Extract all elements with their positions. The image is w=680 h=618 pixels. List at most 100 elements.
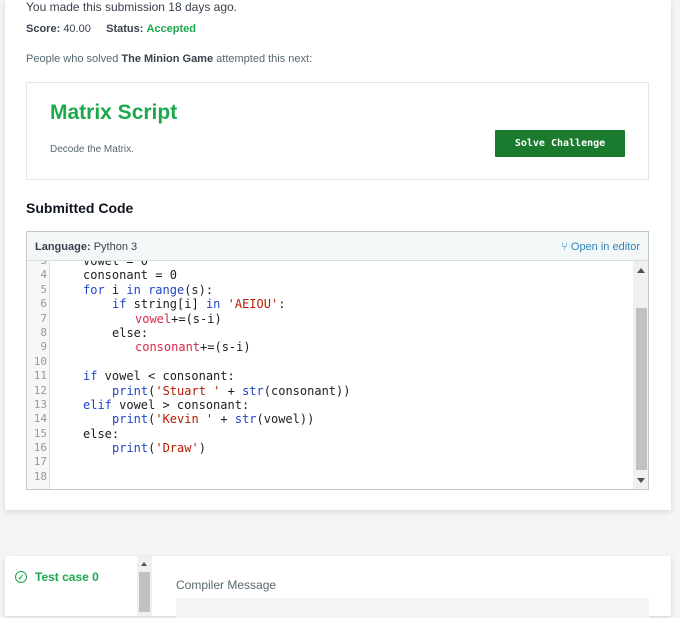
compiler-message-box: [176, 598, 649, 618]
code-text: for i in range(s):: [83, 283, 213, 297]
code-token: print: [112, 441, 149, 456]
language-value: Python 3: [93, 241, 138, 253]
code-token: range: [148, 282, 185, 297]
code-token: 'AEIOU': [227, 297, 279, 312]
code-token: vowel = 0: [83, 261, 149, 268]
code-token: if: [112, 297, 127, 312]
line-number: 10: [33, 354, 47, 368]
code-token: print: [112, 383, 149, 398]
line-number: 11: [33, 369, 47, 383]
solve-challenge-button[interactable]: Solve Challenge: [495, 130, 625, 157]
scrollbar-thumb[interactable]: [636, 308, 647, 470]
score-label: Score:: [26, 23, 61, 35]
code-token: consonant: [135, 340, 201, 355]
line-number: 8: [40, 325, 47, 339]
code-line: 6 if string[i] in 'AEIOU':: [27, 297, 632, 311]
people-also-solved: People who solved The Minion Game attemp…: [26, 53, 312, 65]
code-token: vowel < consonant:: [97, 369, 235, 384]
code-area[interactable]: 3 vowel = 04consonant = 05 for i in range(…: [27, 261, 648, 489]
code-token: +=(s-i): [200, 340, 251, 355]
code-token: else:: [83, 426, 120, 441]
testcase-label: Test case 0: [35, 570, 99, 584]
code-text: else:: [83, 427, 119, 441]
code-text: print('Stuart ' + str(consonant)): [112, 384, 350, 398]
code-text: elif vowel > consonant:: [83, 398, 249, 412]
code-line: 17: [27, 455, 632, 469]
code-token: +=(s-i): [171, 311, 222, 326]
code-token: string[i]: [126, 297, 206, 312]
line-number: 13: [33, 397, 47, 411]
line-number: 9: [40, 340, 47, 354]
code-line: 8 else:: [27, 326, 632, 340]
open-in-editor-label: Open in editor: [570, 241, 640, 253]
code-token: 'Stuart ': [155, 383, 221, 398]
language-indicator: Language: Python 3: [35, 241, 137, 253]
code-token: i: [104, 282, 127, 297]
check-circle-icon: ✓: [15, 571, 27, 583]
code-viewer: Language: Python 3 ⑂ Open in editor 3 vow…: [26, 231, 649, 490]
code-vertical-scrollbar[interactable]: [633, 261, 648, 489]
code-token: str: [234, 412, 257, 427]
code-token: (s):: [184, 282, 214, 297]
code-token: vowel: [135, 311, 172, 326]
code-text: print('Kevin ' + str(vowel)): [112, 412, 314, 426]
recommended-challenge-title[interactable]: Matrix Script: [50, 101, 177, 125]
line-number: 18: [33, 469, 47, 483]
code-token: elif: [83, 397, 112, 412]
code-token: print: [112, 412, 149, 427]
code-line: 12 print('Stuart ' + str(consonant)): [27, 384, 632, 398]
compiler-message-label: Compiler Message: [176, 578, 277, 592]
scroll-up-icon[interactable]: [141, 562, 147, 566]
code-token: in: [126, 282, 141, 297]
testcase-list-scrollbar[interactable]: [137, 556, 152, 616]
code-line: 3 vowel = 0: [27, 261, 632, 268]
scroll-up-icon[interactable]: [637, 268, 645, 273]
line-number: 5: [40, 282, 47, 296]
language-label: Language:: [35, 241, 91, 253]
code-line: 9 consonant+=(s-i): [27, 340, 632, 354]
submitted-code-heading: Submitted Code: [26, 200, 134, 216]
solved-challenge-name: The Minion Game: [121, 53, 214, 65]
line-number: 17: [33, 455, 47, 469]
line-number: 14: [33, 412, 47, 426]
testcase-tab[interactable]: ✓ Test case 0: [15, 570, 99, 584]
code-text: if string[i] in 'AEIOU':: [112, 297, 285, 311]
status-label: Status:: [106, 23, 144, 35]
code-token: if: [83, 369, 98, 384]
recommended-challenge-description: Decode the Matrix.: [50, 144, 134, 155]
submission-card: You made this submission 18 days ago. Sc…: [5, 0, 671, 510]
code-text: else:: [112, 326, 148, 340]
people-prefix: People who solved: [26, 53, 122, 65]
scroll-down-icon[interactable]: [637, 478, 645, 483]
branch-icon: ⑂: [561, 241, 568, 253]
code-token: :: [278, 297, 286, 312]
scrollbar-thumb[interactable]: [139, 572, 150, 612]
code-line: 11 if vowel < consonant:: [27, 369, 632, 383]
code-lines: 3 vowel = 04consonant = 05 for i in range(…: [27, 261, 632, 484]
code-token: else:: [112, 325, 149, 340]
code-line: 5 for i in range(s):: [27, 283, 632, 297]
code-line: 16 print('Draw'): [27, 441, 632, 455]
score-value: 40.00: [63, 23, 91, 35]
line-number: 7: [40, 311, 47, 325]
people-suffix: attempted this next:: [213, 53, 313, 65]
code-line: 10: [27, 355, 632, 369]
code-line: 7 vowel+=(s-i): [27, 312, 632, 326]
score-row: Score: 40.00 Status: Accepted: [26, 23, 196, 35]
line-number: 3: [27, 261, 47, 268]
code-token: consonant = 0: [83, 268, 177, 283]
status-value: Accepted: [146, 23, 196, 35]
recommended-challenge-card: Matrix Script Decode the Matrix. Solve C…: [26, 82, 649, 180]
code-text: vowel+=(s-i): [135, 312, 222, 326]
code-token: in: [205, 297, 221, 312]
code-line: 15 else:: [27, 427, 632, 441]
code-token: (consonant)): [263, 383, 351, 398]
code-token: ): [198, 441, 206, 456]
code-token: +: [220, 383, 243, 398]
open-in-editor-link[interactable]: ⑂ Open in editor: [561, 241, 640, 253]
code-line: 4 consonant = 0: [27, 268, 632, 282]
submission-info: You made this submission 18 days ago.: [26, 0, 238, 14]
line-number: 15: [33, 426, 47, 440]
